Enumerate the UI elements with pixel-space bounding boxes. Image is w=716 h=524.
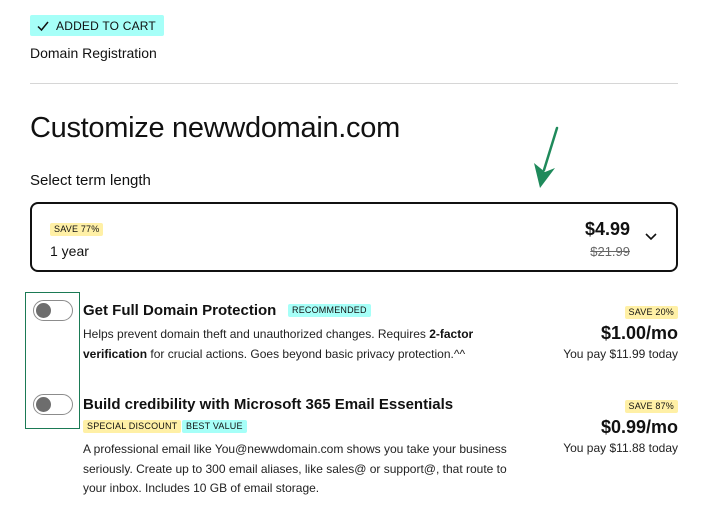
domain-protection-price: $1.00/mo bbox=[600, 323, 678, 343]
recommended-badge: RECOMMENDED bbox=[288, 304, 371, 317]
term-selected-value: 1 year bbox=[50, 243, 89, 259]
term-original-price: $21.99 bbox=[590, 244, 630, 259]
best-value-badge: BEST VALUE bbox=[182, 420, 247, 433]
toggle-knob bbox=[36, 303, 51, 318]
added-to-cart-badge: ADDED TO CART bbox=[30, 15, 164, 36]
added-to-cart-label: ADDED TO CART bbox=[56, 18, 156, 33]
term-length-label: Select term length bbox=[30, 172, 151, 189]
toggle-knob bbox=[36, 397, 51, 412]
email-essentials-description: A professional email like You@newwdomain… bbox=[83, 442, 507, 495]
term-save-badge: SAVE 77% bbox=[50, 223, 104, 236]
divider bbox=[30, 83, 678, 84]
email-essentials-you-pay: You pay $11.88 today bbox=[563, 441, 678, 455]
product-name: Domain Registration bbox=[30, 45, 157, 61]
arrow-icon bbox=[534, 126, 559, 188]
check-icon bbox=[36, 19, 50, 33]
email-essentials-toggle[interactable] bbox=[33, 394, 73, 415]
email-essentials-price: $0.99/mo bbox=[600, 417, 678, 437]
domain-protection-description: Helps prevent domain theft and unauthori… bbox=[83, 327, 474, 361]
domain-protection-save-badge: SAVE 20% bbox=[624, 306, 678, 319]
term-price: $4.99 bbox=[584, 219, 630, 239]
domain-protection-title: Get Full Domain Protection bbox=[83, 302, 277, 319]
chevron-down-icon bbox=[645, 233, 657, 241]
domain-protection-toggle[interactable] bbox=[33, 300, 73, 321]
email-essentials-save-badge: SAVE 87% bbox=[624, 400, 678, 413]
special-discount-badge: SPECIAL DISCOUNT bbox=[83, 420, 182, 433]
email-essentials-title: Build credibility with Microsoft 365 Ema… bbox=[83, 396, 454, 413]
page-title: Customize newwdomain.com bbox=[30, 112, 400, 144]
term-length-select[interactable]: SAVE 77% 1 year $4.99 $21.99 bbox=[30, 202, 678, 272]
domain-protection-you-pay: You pay $11.99 today bbox=[563, 347, 678, 361]
